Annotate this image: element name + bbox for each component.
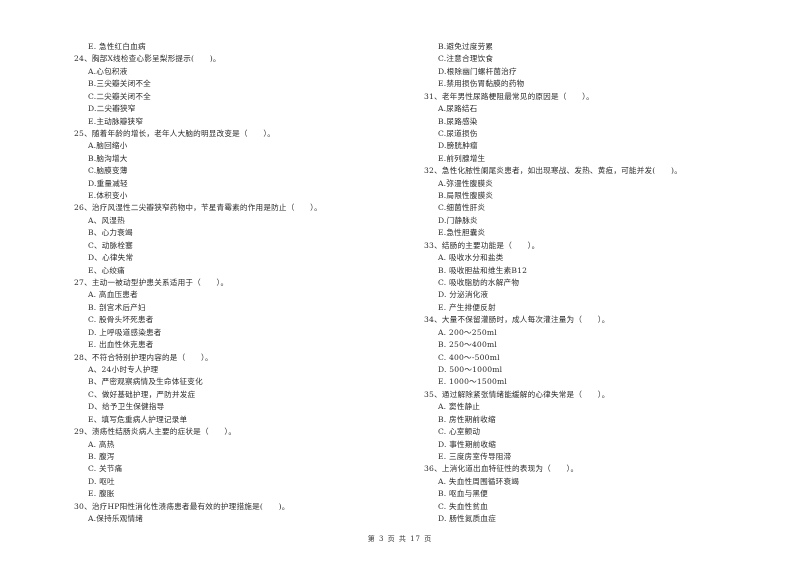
answer-option: E、心绞痛 bbox=[88, 265, 125, 275]
answer-option: B、心力衰竭 bbox=[88, 228, 133, 238]
answer-option: B. 呕血与黑便 bbox=[438, 489, 488, 499]
answer-option: A. 200～250ml bbox=[438, 327, 497, 337]
answer-option: A、24小时专人护理 bbox=[88, 364, 159, 374]
answer-option: A.保持乐观情绪 bbox=[88, 514, 144, 524]
question-stem: 30、治疗HP阳性消化性溃疡患者最有效的护理措施是( )。 bbox=[74, 501, 290, 511]
answer-option: A.尿路结石 bbox=[438, 104, 478, 114]
answer-option: E.主动脉瓣狭窄 bbox=[88, 116, 144, 126]
answer-option: E. 急性红白血病 bbox=[88, 42, 146, 51]
question-stem: 24、胸部X线检查心影呈梨形提示( )。 bbox=[74, 54, 221, 64]
question-stem: 26、治疗风湿性二尖瓣狭窄药物中，苄星青霉素的作用是防止（ ）。 bbox=[74, 203, 322, 213]
answer-option: D. 上呼吸道感染患者 bbox=[88, 327, 162, 337]
answer-option: B. 250～400ml bbox=[438, 340, 498, 350]
question-stem: 27、主动一被动型护患关系适用于（ ）。 bbox=[74, 278, 229, 288]
question-stem: 28、不符合特别护理内容的是（ ）。 bbox=[74, 352, 213, 362]
answer-option: C.细菌性肝炎 bbox=[438, 203, 486, 213]
answer-option: C.二尖瓣关闭不全 bbox=[88, 91, 151, 101]
answer-option: C. 关节痛 bbox=[88, 464, 123, 474]
answer-option: C. 失血性贫血 bbox=[438, 501, 488, 511]
question-stem: 25、随着年龄的增长，老年人大脑的明显改变是（ ）。 bbox=[74, 128, 276, 138]
answer-option: C.注意合理饮食 bbox=[438, 54, 494, 64]
question-stem: 33、结肠的主要功能是（ ）。 bbox=[424, 240, 540, 250]
answer-option: D.根除幽门螺杆菌治疗 bbox=[438, 66, 517, 76]
answer-option: E.禁用损伤胃黏膜的药物 bbox=[438, 79, 525, 89]
answer-option: C. 心室颤动 bbox=[438, 427, 481, 437]
answer-option: B. 房性期前收缩 bbox=[438, 414, 496, 424]
answer-option: B、严密观察病情及生命体征变化 bbox=[88, 377, 203, 387]
answer-option: E. 三度房室传导阻滞 bbox=[438, 451, 512, 461]
left-column: E. 急性红白血病 24、胸部X线检查心影呈梨形提示( )。 A.心包积液 B.三尖瓣… bbox=[74, 41, 414, 525]
answer-option: A. 吸收水分和盐类 bbox=[438, 253, 504, 263]
answer-option: D. 呕吐 bbox=[88, 476, 115, 486]
answer-option: A. 窦性静止 bbox=[438, 402, 481, 412]
answer-option: B.三尖瓣关闭不全 bbox=[88, 79, 151, 89]
answer-option: E、填写危重病人护理记录单 bbox=[88, 414, 188, 424]
answer-option: D.二尖瓣狭窄 bbox=[88, 104, 136, 114]
answer-option: A.脑回缩小 bbox=[88, 141, 128, 151]
question-stem: 29、溃疡性结肠炎病人主要的症状是（ ）。 bbox=[74, 427, 237, 437]
answer-option: C. 吸收脂肪的水解产物 bbox=[438, 278, 520, 288]
answer-option: A. 高血压患者 bbox=[88, 290, 138, 300]
answer-option: C. 股骨头坏死患者 bbox=[88, 315, 154, 325]
answer-option: C. 400～-500ml bbox=[438, 352, 500, 362]
answer-option: E. 腹胀 bbox=[88, 489, 115, 499]
answer-option: D.重量减轻 bbox=[88, 178, 128, 188]
answer-option: A. 高热 bbox=[88, 439, 115, 449]
question-stem: 31、老年男性尿路梗阻最常见的原因是（ ）。 bbox=[424, 91, 594, 101]
answer-option: B.避免过度劳累 bbox=[438, 42, 494, 51]
answer-option: C、做好基础护理，严防并发症 bbox=[88, 389, 196, 399]
answer-option: D. 肠性氮质血症 bbox=[438, 514, 497, 524]
answer-option: B.尿路感染 bbox=[438, 116, 478, 126]
question-stem: 35、通过解除紧张情绪能缓解的心律失常是（ ）。 bbox=[424, 389, 610, 399]
answer-option: E.急性胆囊炎 bbox=[438, 228, 486, 238]
answer-option: B.局限性腹膜炎 bbox=[438, 191, 494, 201]
answer-option: D. 分泌消化液 bbox=[438, 290, 489, 300]
answer-option: B. 腹泻 bbox=[88, 451, 115, 461]
answer-option: B. 吸收胆盐和维生素B12 bbox=[438, 265, 528, 275]
answer-option: A、风湿热 bbox=[88, 215, 125, 225]
answer-option: D、心律失常 bbox=[88, 253, 134, 263]
answer-option: A.弥漫性腹膜炎 bbox=[438, 178, 494, 188]
answer-option: C.脑膜变薄 bbox=[88, 166, 128, 176]
answer-option: D.门静脉炎 bbox=[438, 215, 478, 225]
answer-option: E. 产生排便反射 bbox=[438, 302, 496, 312]
question-stem: 36、上消化道出血特征性的表现为（ ）。 bbox=[424, 464, 579, 474]
answer-option: B.脑沟增大 bbox=[88, 153, 128, 163]
answer-option: D. 事性期前收缩 bbox=[438, 439, 497, 449]
answer-option: D、给予卫生保健指导 bbox=[88, 402, 165, 412]
right-column: B.避免过度劳累 C.注意合理饮食 D.根除幽门螺杆菌治疗 E.禁用损伤胃黏膜的药物 3… bbox=[424, 41, 764, 525]
answer-option: A.心包积液 bbox=[88, 66, 128, 76]
answer-option: B. 剖宫术后产妇 bbox=[88, 302, 146, 312]
answer-option: E.前列腺增生 bbox=[438, 153, 486, 163]
answer-option: D.膀胱肿瘤 bbox=[438, 141, 478, 151]
question-stem: 34、大量不保留灌肠时，成人每次灌注量为（ ）。 bbox=[424, 315, 610, 325]
answer-option: E. 1000～1500ml bbox=[438, 377, 508, 387]
answer-option: D. 500～1000ml bbox=[438, 364, 503, 374]
question-stem: 32、急性化脓性阑尾炎患者，如出现寒战、发热、黄疸，可能并发( )。 bbox=[424, 166, 682, 176]
answer-option: E. 出血性休克患者 bbox=[88, 340, 154, 350]
answer-option: A. 失血性周围循环衰竭 bbox=[438, 476, 520, 486]
answer-option: E.体积变小 bbox=[88, 191, 128, 201]
answer-option: C、动脉栓塞 bbox=[88, 240, 133, 250]
page-footer: 第 3 页 共 17 页 bbox=[367, 535, 433, 543]
answer-option: C.尿道损伤 bbox=[438, 128, 478, 138]
